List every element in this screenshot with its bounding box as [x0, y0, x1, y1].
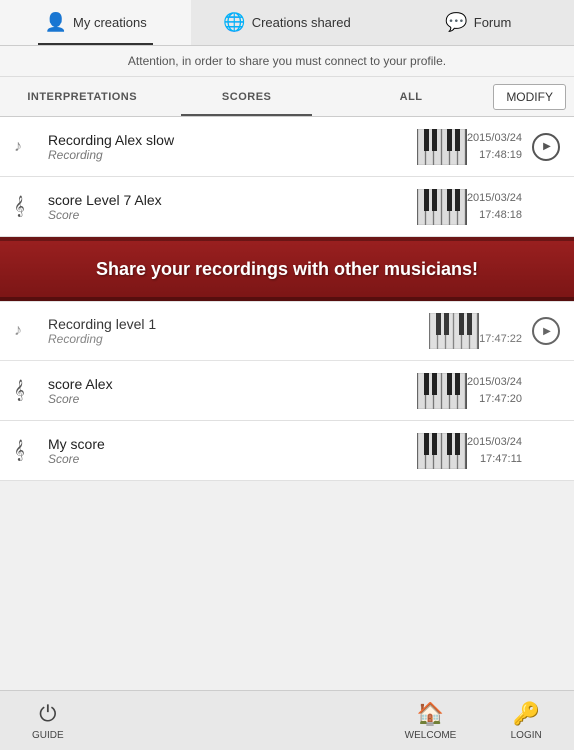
promo-banner: Share your recordings with other musicia… — [0, 237, 574, 301]
item-date-1: 2015/03/24 17:48:19 — [467, 130, 522, 163]
globe-icon: 🌐 — [223, 12, 245, 33]
welcome-label: WELCOME — [405, 730, 457, 741]
filter-interpretations-label: INTERPRETATIONS — [27, 91, 137, 103]
piano-thumbnail-2 — [417, 189, 467, 225]
list-container-2: ♪ Recording level 1 Recording 17:47:22 𝄞… — [0, 301, 574, 481]
items-list: ♪ Recording Alex slow Recording 2015/03/… — [0, 117, 574, 629]
recording-icon: ♪ — [14, 138, 38, 156]
promo-text: Share your recordings with other musicia… — [96, 259, 478, 280]
item-title-1: Recording Alex slow — [48, 132, 417, 148]
play-button-1[interactable] — [532, 133, 560, 161]
guide-label: GUIDE — [32, 730, 64, 741]
item-subtitle-2: Score — [48, 208, 417, 222]
score-icon: 𝄞 — [14, 196, 38, 217]
bottom-nav-guide[interactable]: ⏻ GUIDE — [0, 701, 96, 741]
item-date-2: 2015/03/24 17:48:18 — [467, 190, 522, 223]
score-icon-4: 𝄞 — [14, 380, 38, 401]
item-text-4: score Alex Score — [38, 376, 417, 406]
piano-thumbnail-4 — [417, 373, 467, 409]
filter-all-label: ALL — [400, 91, 423, 103]
piano-thumbnail-1 — [417, 129, 467, 165]
key-icon: 🔑 — [512, 701, 539, 727]
login-label: LOGIN — [511, 730, 542, 741]
piano-thumbnail-3 — [429, 313, 479, 349]
tab-my-creations-label: My creations — [73, 15, 147, 30]
top-navigation: 👤 My creations 🌐 Creations shared 💬 Foru… — [0, 0, 574, 46]
filter-scores-label: SCORES — [222, 91, 271, 103]
item-title-4: score Alex — [48, 376, 417, 392]
item-title-3: Recording level 1 — [48, 316, 429, 332]
list-item: 𝄞 score Alex Score 2015/03/24 17:47:20 — [0, 361, 574, 421]
item-text-2: score Level 7 Alex Score — [38, 192, 417, 222]
item-subtitle-5: Score — [48, 452, 417, 466]
item-subtitle-1: Recording — [48, 148, 417, 162]
piano-thumbnail-5 — [417, 433, 467, 469]
item-text-3: Recording level 1 Recording — [38, 316, 429, 346]
list-item: 𝄞 score Level 7 Alex Score 2015/03/24 17… — [0, 177, 574, 237]
filter-bar: INTERPRETATIONS SCORES ALL MODIFY — [0, 77, 574, 117]
filter-all[interactable]: ALL — [329, 77, 493, 116]
list-container: ♪ Recording Alex slow Recording 2015/03/… — [0, 117, 574, 237]
item-title-2: score Level 7 Alex — [48, 192, 417, 208]
recording-icon-3: ♪ — [14, 322, 38, 340]
item-date-5: 2015/03/24 17:47:11 — [467, 434, 522, 467]
tab-forum[interactable]: 💬 Forum — [383, 0, 574, 45]
item-subtitle-4: Score — [48, 392, 417, 406]
attention-banner: Attention, in order to share you must co… — [0, 46, 574, 77]
power-icon: ⏻ — [39, 701, 56, 727]
item-subtitle-3: Recording — [48, 332, 429, 346]
filter-scores[interactable]: SCORES — [164, 77, 328, 116]
chat-icon: 💬 — [445, 12, 467, 33]
item-title-5: My score — [48, 436, 417, 452]
item-text-1: Recording Alex slow Recording — [38, 132, 417, 162]
list-item: ♪ Recording Alex slow Recording 2015/03/… — [0, 117, 574, 177]
score-icon-5: 𝄞 — [14, 440, 38, 461]
item-date-3: 17:47:22 — [479, 315, 522, 348]
play-button-3[interactable] — [532, 317, 560, 345]
user-icon: 👤 — [45, 12, 67, 33]
modify-button[interactable]: MODIFY — [493, 84, 566, 110]
bottom-navigation: ⏻ GUIDE 🏠 WELCOME 🔑 LOGIN — [0, 690, 574, 750]
filter-interpretations[interactable]: INTERPRETATIONS — [0, 77, 164, 116]
item-text-5: My score Score — [38, 436, 417, 466]
tab-creations-shared-label: Creations shared — [252, 15, 351, 30]
home-icon: 🏠 — [417, 701, 444, 727]
tab-my-creations[interactable]: 👤 My creations — [0, 0, 191, 45]
item-date-4: 2015/03/24 17:47:20 — [467, 374, 522, 407]
bottom-nav-welcome[interactable]: 🏠 WELCOME — [383, 701, 479, 741]
tab-creations-shared[interactable]: 🌐 Creations shared — [191, 0, 382, 45]
list-item: 𝄞 My score Score 2015/03/24 17:47:11 — [0, 421, 574, 481]
attention-text: Attention, in order to share you must co… — [128, 54, 446, 68]
bottom-nav-login[interactable]: 🔑 LOGIN — [478, 701, 574, 741]
tab-forum-label: Forum — [474, 15, 512, 30]
list-item: ♪ Recording level 1 Recording 17:47:22 — [0, 301, 574, 361]
